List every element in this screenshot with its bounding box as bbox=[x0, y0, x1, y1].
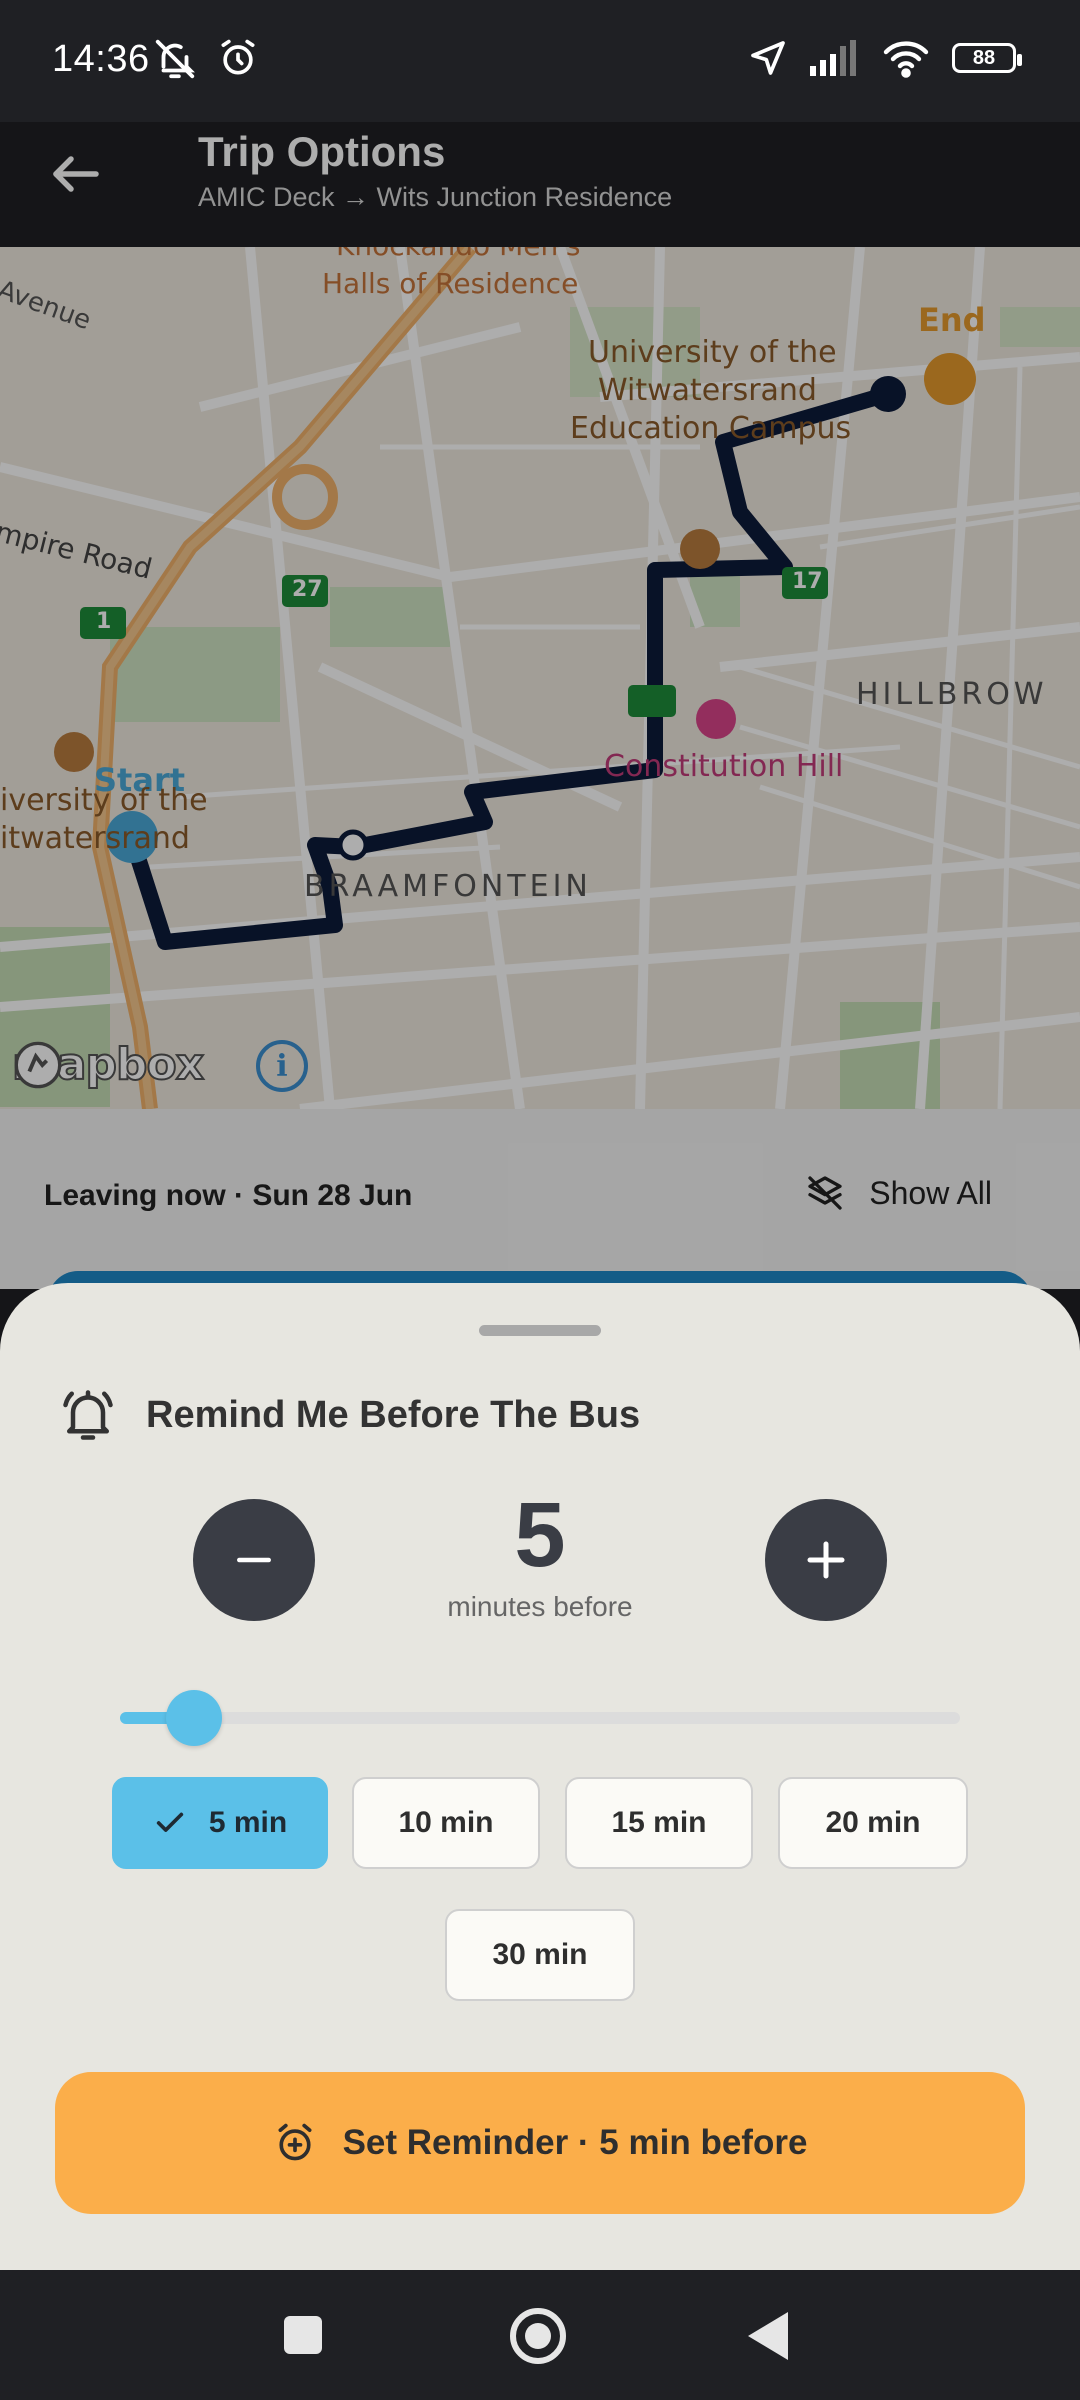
home-button[interactable] bbox=[510, 2308, 566, 2364]
show-all-label: Show All bbox=[869, 1174, 992, 1211]
alarm-add-icon bbox=[278, 2123, 312, 2161]
page-title: Trip Options bbox=[198, 128, 446, 175]
chip-label: 10 min bbox=[398, 1806, 494, 1839]
map-label-hillbrow: HILLBROW bbox=[856, 677, 1048, 712]
mapbox-logo: mapbox bbox=[11, 1038, 205, 1091]
reminder-bottom-sheet: Remind Me Before The Bus 5 minutes befor… bbox=[0, 1283, 1080, 2270]
route-map[interactable]: Knockando Men's Halls of Residence Avenu… bbox=[0, 247, 1080, 1109]
status-time: 14:36 bbox=[52, 38, 150, 80]
layers-off-icon bbox=[808, 1176, 842, 1210]
signal-icon bbox=[810, 40, 856, 76]
map-label-uni-edu-2: Witwatersrand bbox=[598, 373, 817, 408]
increase-button[interactable] bbox=[765, 1499, 887, 1621]
map-info-button[interactable]: i bbox=[256, 1040, 308, 1092]
map-label-uni-edu-1: University of the bbox=[588, 335, 837, 370]
chip-10-min[interactable]: 10 min bbox=[352, 1777, 540, 1869]
chip-label: 5 min bbox=[208, 1806, 288, 1839]
set-reminder-label: Set Reminder · 5 min before bbox=[342, 2123, 808, 2162]
map-label-halls: Halls of Residence bbox=[322, 267, 579, 300]
map-badge-17: 17 bbox=[792, 569, 823, 594]
map-label-uni-edu-3: Education Campus bbox=[570, 411, 852, 446]
page-subtitle: AMIC Deck → Wits Junction Residence bbox=[198, 182, 673, 212]
mapbox-mark-icon bbox=[14, 1041, 62, 1089]
status-right-icons: 88 bbox=[748, 38, 1022, 78]
minutes-unit: minutes before bbox=[447, 1591, 633, 1622]
location-arrow-icon bbox=[751, 41, 785, 75]
system-nav-bar bbox=[0, 2270, 1080, 2400]
map-label-uni-2: itwatersrand bbox=[0, 821, 190, 856]
chip-30-min[interactable]: 30 min bbox=[445, 1909, 635, 2001]
map-label-constitution-hill: Constitution Hill bbox=[604, 749, 844, 784]
wifi-icon bbox=[883, 41, 929, 78]
status-bar: 14:36 88 bbox=[0, 0, 1080, 122]
check-icon bbox=[156, 1812, 183, 1832]
system-back-button[interactable] bbox=[748, 2312, 788, 2360]
minutes-value: 5 bbox=[514, 1484, 566, 1586]
minus-icon bbox=[237, 1557, 271, 1563]
battery-icon: 88 bbox=[952, 43, 1022, 73]
status-left-icons bbox=[152, 36, 260, 82]
drag-handle[interactable] bbox=[479, 1325, 601, 1336]
recents-button[interactable] bbox=[284, 2316, 322, 2354]
sheet-header: Remind Me Before The Bus bbox=[58, 1385, 640, 1445]
chip-15-min[interactable]: 15 min bbox=[565, 1777, 753, 1869]
slider-track bbox=[120, 1712, 960, 1724]
show-all-button[interactable]: Show All bbox=[805, 1173, 992, 1213]
map-label-end: End bbox=[918, 301, 986, 339]
slider-thumb[interactable] bbox=[166, 1690, 222, 1746]
map-badge-27: 27 bbox=[292, 577, 323, 602]
alarm-icon bbox=[221, 39, 255, 75]
map-label-braamfontein: BRAAMFONTEIN bbox=[304, 869, 592, 904]
plus-icon bbox=[807, 1541, 845, 1579]
set-reminder-button[interactable]: Set Reminder · 5 min before bbox=[55, 2072, 1025, 2214]
map-label-knockando: Knockando Men's bbox=[336, 247, 580, 262]
app-bar: Trip Options AMIC Deck → Wits Junction R… bbox=[0, 122, 1080, 247]
bell-off-icon bbox=[155, 39, 195, 79]
minutes-slider[interactable] bbox=[120, 1688, 960, 1748]
chip-label: 15 min bbox=[611, 1806, 707, 1839]
chip-label: 20 min bbox=[825, 1806, 921, 1839]
trip-info-row: Leaving now · Sun 28 Jun Show All bbox=[0, 1109, 1080, 1311]
bell-ring-icon bbox=[63, 1390, 113, 1440]
sheet-title: Remind Me Before The Bus bbox=[146, 1393, 641, 1436]
map-badge-1: 1 bbox=[96, 609, 112, 634]
map-label-uni-1: iversity of the bbox=[0, 783, 208, 818]
decrease-button[interactable] bbox=[193, 1499, 315, 1621]
leaving-time-text: Leaving now · Sun 28 Jun bbox=[44, 1179, 413, 1212]
chip-5-min[interactable]: 5 min bbox=[112, 1777, 328, 1869]
chip-label: 30 min bbox=[492, 1938, 588, 1971]
back-arrow-icon[interactable] bbox=[46, 144, 106, 204]
chip-20-min[interactable]: 20 min bbox=[778, 1777, 968, 1869]
